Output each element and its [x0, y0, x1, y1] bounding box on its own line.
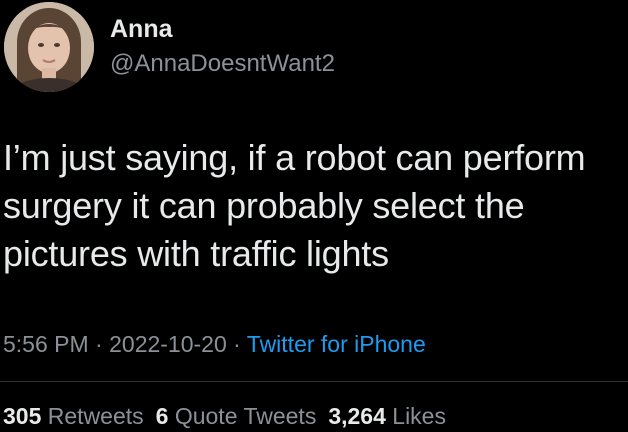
tweet-text: I’m just saying, if a robot can perform … — [3, 137, 586, 274]
tweet-stats: 305 Retweets 6 Quote Tweets 3,264 Likes — [3, 403, 446, 430]
tweet-meta: 5:56 PM · 2022-10-20 · Twitter for iPhon… — [3, 331, 426, 358]
tweet-source-link[interactable]: Twitter for iPhone — [247, 331, 426, 357]
tweet-date[interactable]: 2022-10-20 — [109, 331, 227, 357]
tweet-time[interactable]: 5:56 PM — [3, 331, 89, 357]
avatar[interactable] — [4, 2, 94, 92]
retweets-label: Retweets — [41, 403, 144, 429]
likes-count: 3,264 — [328, 403, 386, 429]
retweets-count: 305 — [3, 403, 42, 429]
meta-separator: · — [226, 331, 247, 357]
quote-tweets-label: Quote Tweets — [168, 403, 317, 429]
divider — [0, 381, 628, 382]
quote-tweets-stat[interactable]: 6 Quote Tweets — [156, 403, 317, 429]
avatar-image — [4, 2, 94, 92]
meta-separator: · — [88, 331, 110, 357]
retweets-stat[interactable]: 305 Retweets — [3, 403, 144, 429]
likes-label: Likes — [385, 403, 446, 429]
author-handle[interactable]: @AnnaDoesntWant2 — [110, 50, 335, 78]
tweet-card: Anna @AnnaDoesntWant2 I’m just saying, i… — [0, 0, 628, 432]
author-name[interactable]: Anna — [110, 15, 173, 44]
likes-stat[interactable]: 3,264 Likes — [328, 403, 446, 429]
quote-tweets-count: 6 — [155, 403, 169, 429]
